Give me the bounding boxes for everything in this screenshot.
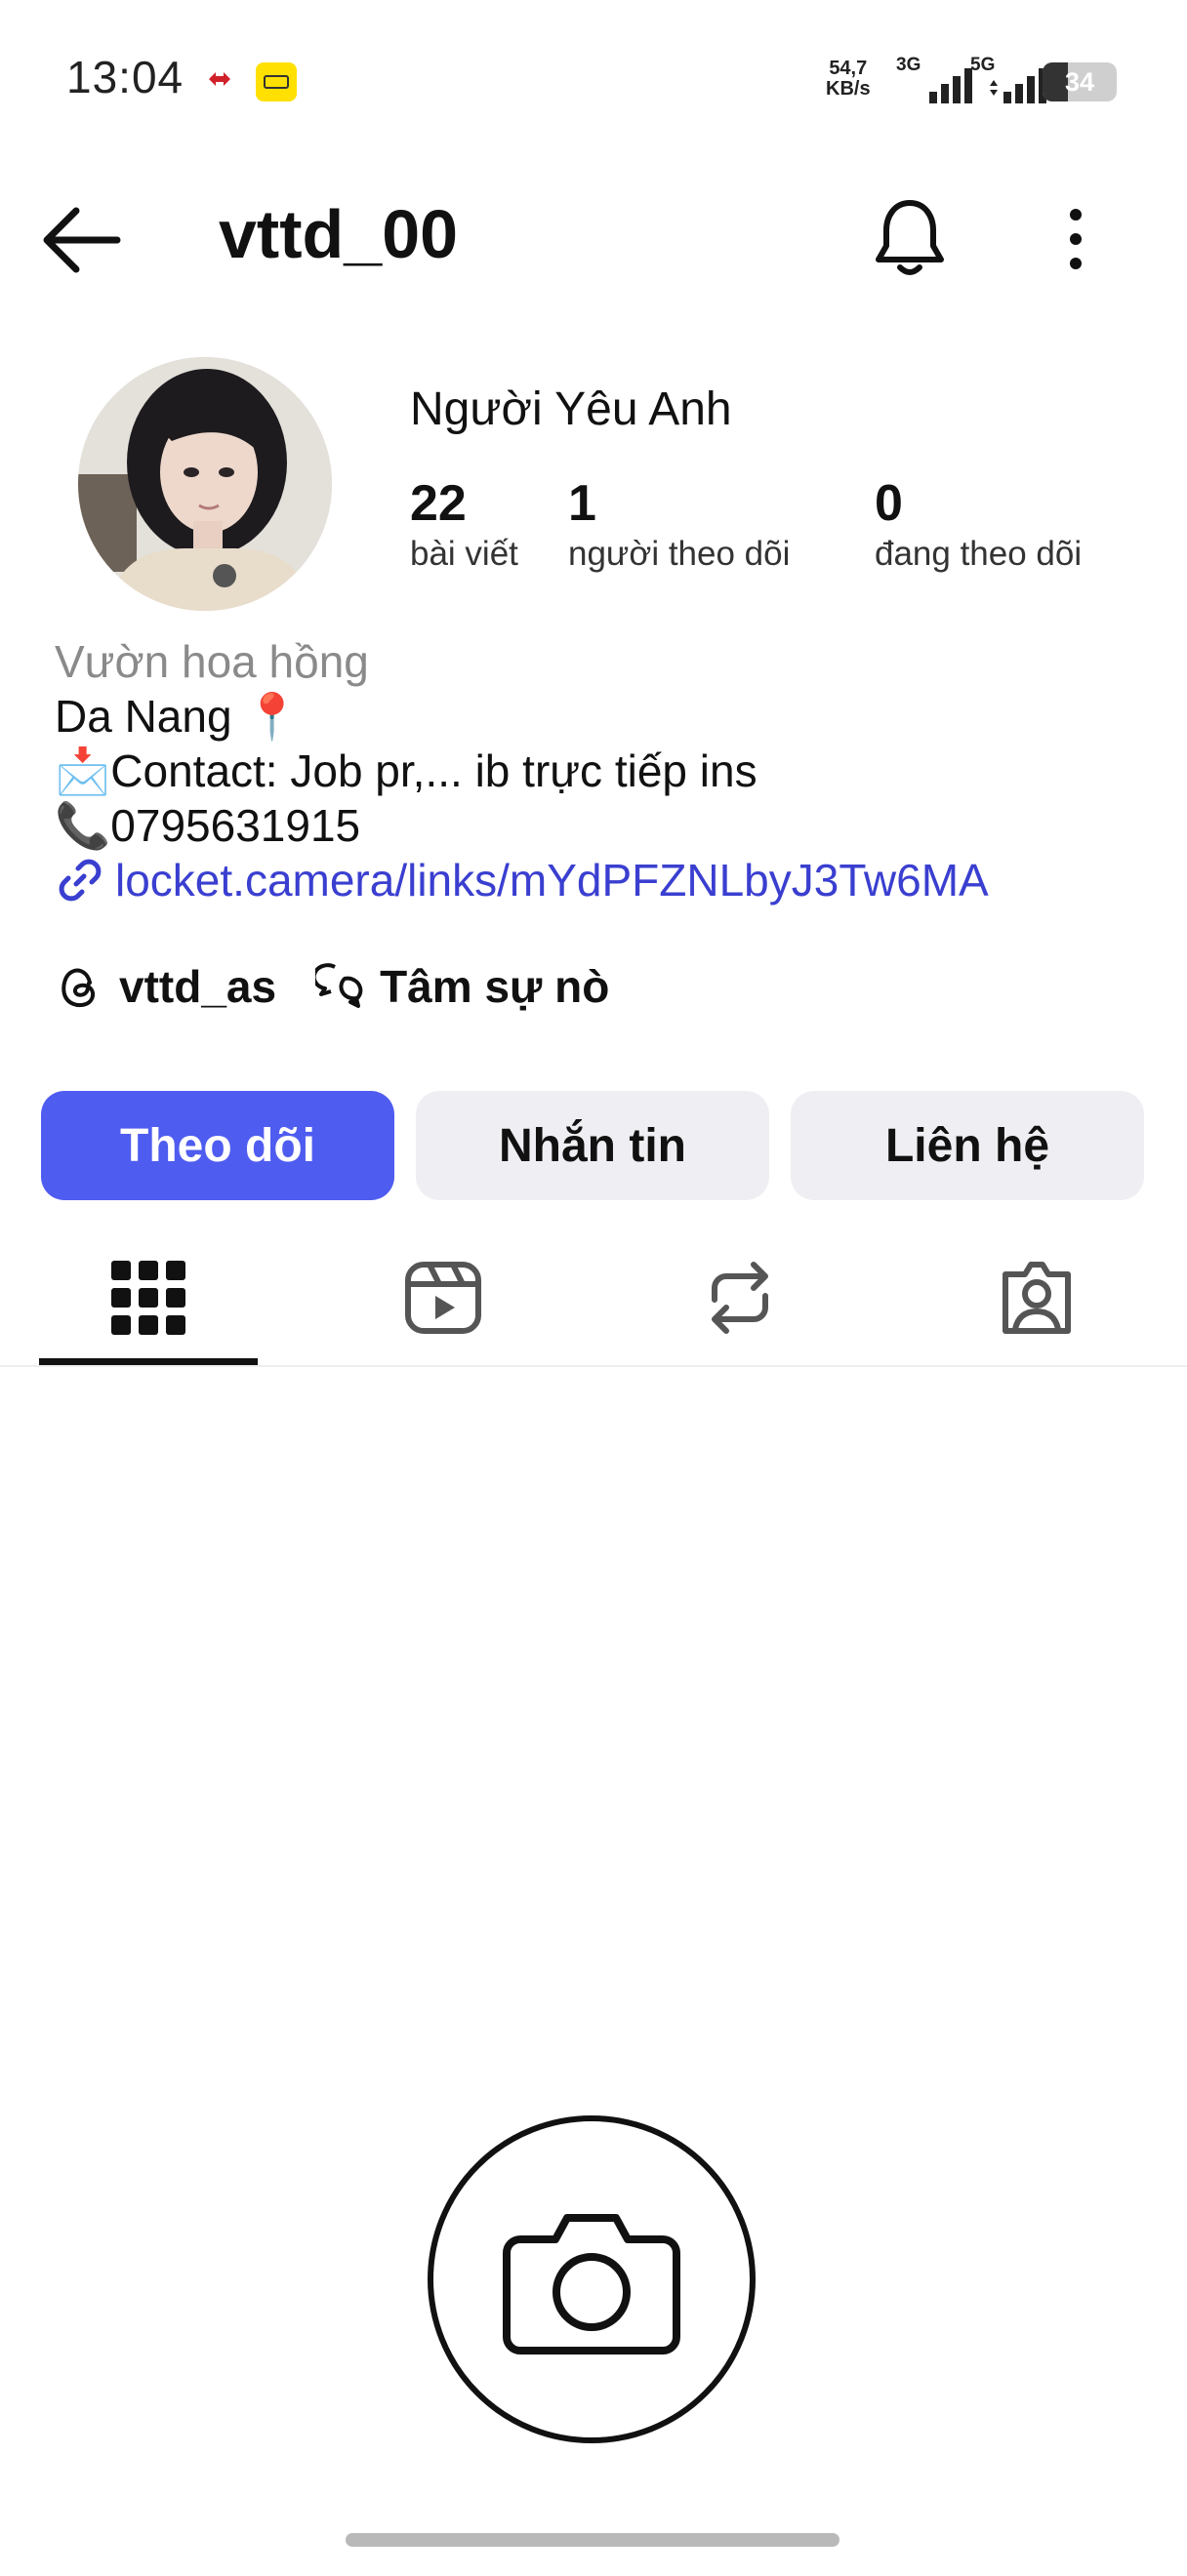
empty-posts-camera [428,2115,756,2443]
tagged-icon [1003,1262,1071,1334]
more-vertical-icon[interactable] [1054,205,1097,273]
active-tab-indicator [39,1358,258,1365]
bio-line-contact: 📩Contact: Job pr,... ib trực tiếp ins [55,745,757,796]
bio-link-text[interactable]: locket.camera/links/mYdPFZNLbyJ3Tw6MA [115,853,989,907]
stat-followers-count: 1 [568,475,596,532]
follow-button[interactable]: Theo dõi [41,1091,394,1200]
bio-link[interactable]: locket.camera/links/mYdPFZNLbyJ3Tw6MA [55,853,989,907]
stat-following-count: 0 [875,475,903,532]
battery-icon: 34 [1043,62,1117,101]
repost-icon [712,1262,768,1334]
contact-button[interactable]: Liên hệ [791,1091,1144,1200]
notification-app-icon [204,63,235,95]
tabs-divider [0,1365,1187,1367]
notification-app-icon-2 [256,62,297,101]
display-name: Người Yêu Anh [410,383,732,435]
chat-bubbles-icon [315,963,363,1008]
chat-label[interactable]: Tâm sự nò [380,960,609,1013]
stat-following-label: đang theo dõi [875,535,1083,573]
threads-icon [61,968,95,1008]
stat-posts-count: 22 [410,475,467,532]
bio-line-location: Da Nang 📍 [55,691,301,742]
avatar-photo [78,357,332,611]
stat-followers-label: người theo dõi [568,535,791,573]
stat-posts[interactable]: 22 bài viết [410,474,518,576]
bio-line-phone: 📞0795631915 [55,800,361,851]
grid-icon [111,1261,185,1335]
tab-grid[interactable] [39,1229,258,1366]
status-bar: 13:04 54,7 KB/s 3G 5G 34 [0,0,1187,161]
bell-icon[interactable] [871,193,949,281]
link-icon [59,859,102,902]
message-button[interactable]: Nhắn tin [416,1091,769,1200]
bio-category: Vườn hoa hồng [55,636,369,687]
bio: Vườn hoa hồng Da Nang 📍 📩Contact: Job pr… [55,634,989,907]
stat-followers[interactable]: 1 người theo dõi [568,474,790,576]
stat-following[interactable]: 0 đang theo dõi [875,474,1082,576]
stat-posts-label: bài viết [410,535,518,573]
threads-handle[interactable]: vttd_as [119,960,276,1013]
social-links: vttd_as Tâm sự nò [55,960,609,1013]
network-speed: 54,7 KB/s [826,58,871,100]
reels-icon [405,1262,481,1334]
tab-reels[interactable] [334,1229,553,1366]
status-clock: 13:04 [66,52,184,102]
page-title-username: vttd_00 [219,196,459,272]
tab-tagged[interactable] [927,1229,1146,1366]
camera-icon [503,2214,680,2355]
arrow-left-icon[interactable] [39,203,123,277]
avatar[interactable] [78,357,332,611]
home-indicator[interactable] [346,2533,839,2547]
tab-reposts[interactable] [631,1229,849,1366]
